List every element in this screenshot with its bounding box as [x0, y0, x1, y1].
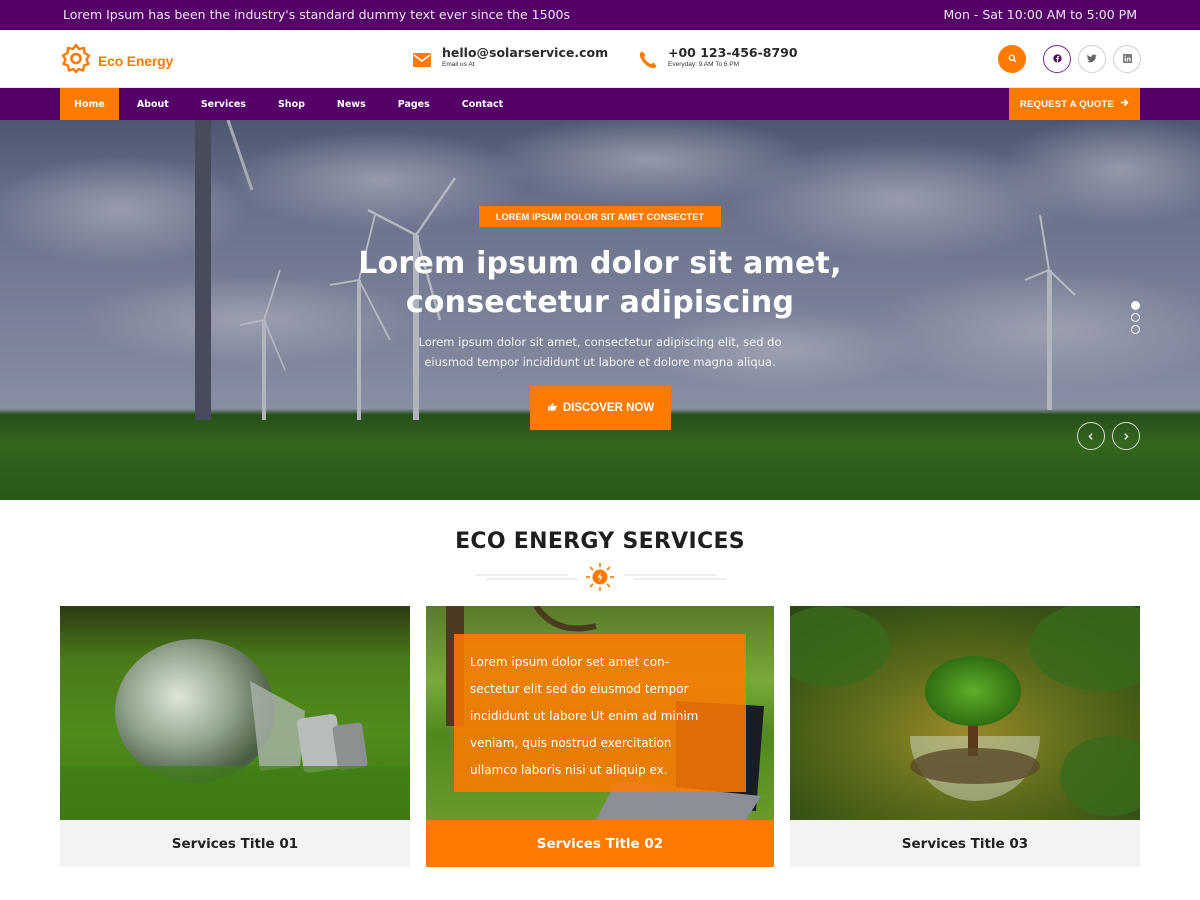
twitter-link[interactable] [1078, 45, 1106, 73]
main-navigation: Home About Services Shop News Pages Cont… [0, 87, 1200, 120]
arrow-right-icon [1120, 98, 1129, 110]
section-divider [476, 563, 726, 591]
nav-item-about[interactable]: About [119, 88, 185, 120]
request-quote-button[interactable]: REQUEST A QUOTE [1009, 88, 1140, 120]
description-line: incididunt ut labore Ut enim ad minim [470, 709, 699, 723]
business-hours: Mon - Sat 10:00 AM to 5:00 PM [943, 7, 1137, 22]
slider-next-button[interactable] [1112, 422, 1140, 450]
hero-description: Lorem ipsum dolor sit amet, consectetur … [380, 332, 820, 372]
description-line: sectetur elit sed do eiusmod tempor [470, 682, 689, 696]
envelope-icon [412, 50, 432, 70]
service-card-1-title[interactable]: Services Title 01 [60, 820, 410, 867]
request-quote-label: REQUEST A QUOTE [1019, 98, 1115, 110]
service-card-2-title[interactable]: Services Title 02 [426, 820, 774, 867]
email-contact[interactable]: hello@solarservice.com Email us At [412, 46, 608, 70]
service-card-1[interactable]: Services Title 01 [60, 606, 410, 867]
linkedin-link[interactable] [1113, 45, 1141, 73]
hand-pointer-icon [547, 401, 558, 415]
logo-text: Eco Energy [98, 52, 174, 69]
nav-item-contact[interactable]: Contact [446, 88, 519, 120]
top-bar: Lorem Ipsum has been the industry's stan… [0, 0, 1200, 30]
service-card-3-title[interactable]: Services Title 03 [790, 820, 1140, 867]
linkedin-icon [1122, 50, 1132, 68]
nav-item-pages[interactable]: Pages [382, 88, 446, 120]
service-card-2-description: Lorem ipsum dolor set amet con- sectetur… [454, 634, 746, 792]
slide-dot-1[interactable] [1131, 301, 1140, 310]
nav-item-home[interactable]: Home [60, 88, 119, 120]
phone-hours-label: Everyday: 9 AM To 6 PM [668, 61, 740, 68]
slide-dot-2[interactable] [1131, 313, 1140, 322]
nav-item-services[interactable]: Services [185, 88, 262, 120]
top-bar-tagline: Lorem Ipsum has been the industry's stan… [63, 7, 570, 22]
nav-item-shop[interactable]: Shop [262, 88, 321, 120]
hero-description-line-1: Lorem ipsum dolor sit amet, consectetur … [418, 335, 782, 349]
email-label: Email us At [442, 61, 475, 68]
hero-title-line-2: consectetur adipiscing [405, 285, 795, 320]
phone-contact[interactable]: +00 123-456-8790 Everyday: 9 AM To 6 PM [638, 46, 798, 70]
nav-item-news[interactable]: News [321, 88, 382, 120]
discover-now-button[interactable]: DISCOVER NOW [530, 386, 671, 430]
hero-badge: LOREM IPSUM DOLOR SIT AMET CONSECTET [479, 206, 721, 227]
search-button[interactable] [998, 45, 1026, 73]
hero-title-line-1: Lorem ipsum dolor sit amet, [358, 246, 842, 281]
twitter-icon [1086, 50, 1097, 68]
hero-slider: LOREM IPSUM DOLOR SIT AMET CONSECTET Lor… [0, 120, 1200, 500]
hero-title: Lorem ipsum dolor sit amet, consectetur … [300, 244, 900, 322]
gear-logo-icon [60, 42, 92, 79]
nav-menu: Home About Services Shop News Pages Cont… [60, 88, 519, 120]
service-card-3-image [790, 606, 1140, 820]
phone-icon [638, 50, 658, 70]
search-icon [1008, 50, 1017, 68]
slider-pagination [1131, 301, 1140, 337]
sun-bolt-icon [586, 563, 614, 591]
service-card-3[interactable]: Services Title 03 [790, 606, 1140, 867]
service-card-1-image [60, 606, 410, 820]
service-card-2[interactable]: Lorem ipsum dolor set amet con- sectetur… [426, 606, 774, 867]
services-section-title: ECO ENERGY SERVICES [455, 529, 745, 554]
email-address: hello@solarservice.com [442, 45, 609, 60]
description-line: Lorem ipsum dolor set amet con- [470, 655, 670, 669]
description-line: veniam, quis nostrud exercitation [470, 736, 672, 750]
phone-number: +00 123-456-8790 [668, 45, 798, 60]
chevron-left-icon [1087, 428, 1095, 444]
chevron-right-icon [1122, 428, 1130, 444]
site-header: Eco Energy hello@solarservice.com Email … [0, 30, 1200, 87]
discover-now-label: DISCOVER NOW [562, 402, 655, 414]
site-logo[interactable]: Eco Energy [60, 42, 173, 79]
facebook-link[interactable] [1043, 45, 1071, 73]
description-line: ullamco laboris nisi ut aliquip ex. [470, 763, 668, 777]
slider-prev-button[interactable] [1077, 422, 1105, 450]
slide-dot-3[interactable] [1131, 325, 1140, 334]
hero-description-line-2: eiusmod tempor incididunt ut labore et d… [424, 355, 776, 369]
facebook-icon [1052, 50, 1062, 68]
